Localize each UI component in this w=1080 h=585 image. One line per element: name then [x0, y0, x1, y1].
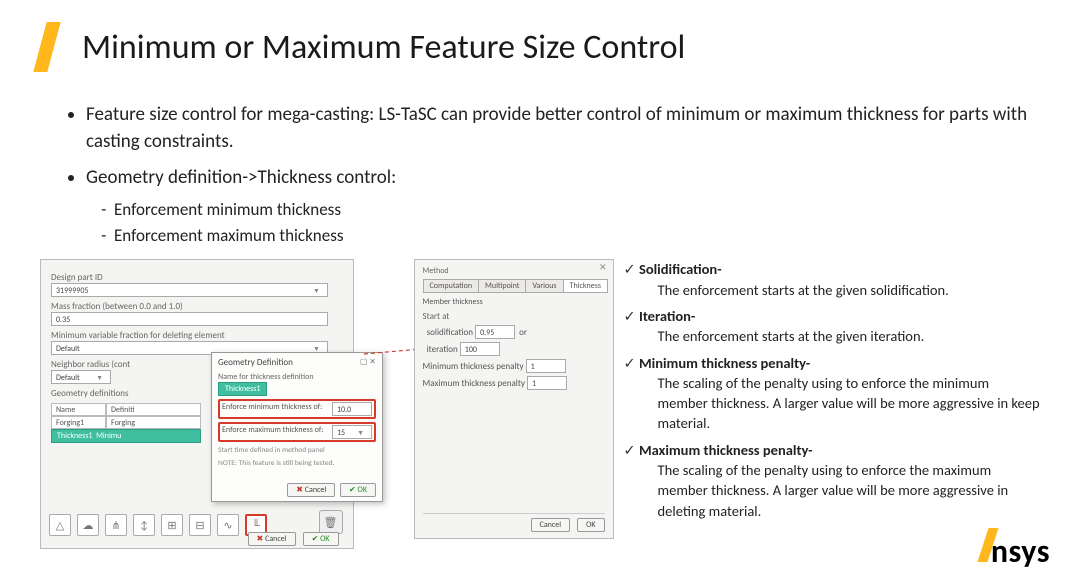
- min-penalty-input[interactable]: 1: [526, 359, 566, 373]
- dialog-cancel-button[interactable]: Cancel: [287, 483, 335, 497]
- tab-computation[interactable]: Computation: [423, 279, 480, 293]
- bullet-2b: Enforcement maximum thickness: [114, 224, 1040, 248]
- solidification-label: solidification: [427, 327, 473, 338]
- check-iteration-hdr: Iteration-: [639, 307, 695, 325]
- enforce-max-label: Enforce maximum thickness of:: [222, 425, 323, 439]
- tool-cloud-icon[interactable]: ☁: [77, 514, 99, 536]
- tool-box1-icon[interactable]: ⊞: [161, 514, 183, 536]
- check-min-penalty-desc: The scaling of the penalty using to enfo…: [658, 373, 1040, 434]
- trash-icon[interactable]: 🗑: [319, 510, 343, 534]
- tab-various[interactable]: Various: [525, 279, 563, 293]
- min-var-label: Minimum variable fraction for deleting e…: [51, 330, 343, 341]
- check-solidification-hdr: Solidification-: [639, 260, 722, 278]
- bullet-2-text: Geometry definition->Thickness control:: [86, 166, 396, 189]
- tool-anchor-icon[interactable]: ⋔: [105, 514, 127, 536]
- min-penalty-label: Minimum thickness penalty: [423, 361, 524, 372]
- tab-thickness[interactable]: Thickness: [563, 279, 608, 293]
- ansys-logo: nsys: [977, 530, 1050, 571]
- close-icon[interactable]: ✕: [599, 262, 607, 273]
- member-thickness-label: Member thickness: [423, 297, 605, 307]
- method-panel: ✕ Method Computation Multipoint Various …: [414, 259, 614, 539]
- title-accent: [33, 22, 60, 72]
- iteration-input[interactable]: 100: [460, 342, 500, 356]
- bullet-2a: Enforcement minimum thickness: [114, 198, 1040, 222]
- logo-slash-icon: [977, 530, 997, 562]
- design-part-id-label: Design part ID: [51, 272, 343, 283]
- check-iteration-desc: The enforcement starts at the given iter…: [658, 326, 1040, 346]
- bullet-2: Geometry definition->Thickness control: …: [86, 165, 1040, 247]
- slide-title: Minimum or Maximum Feature Size Control: [82, 27, 685, 68]
- check-min-penalty-hdr: Minimum thickness penalty-: [639, 354, 810, 372]
- start-at-label: Start at: [423, 311, 605, 322]
- table-header-def: Definiti: [106, 403, 201, 416]
- tab-multipoint[interactable]: Multipoint: [478, 279, 526, 293]
- parameter-descriptions: Solidification- The enforcement starts a…: [624, 259, 1040, 527]
- geometry-definition-dialog: Geometry Definition ▢ ✕ Name for thickne…: [211, 352, 383, 502]
- table-row[interactable]: Forging1: [51, 416, 106, 429]
- enforce-min-row: Enforce minimum thickness of: 10.0: [218, 399, 376, 419]
- outer-cancel-button[interactable]: Cancel: [248, 532, 296, 546]
- table-row-selected[interactable]: Thickness1 Minimu: [51, 429, 201, 443]
- dialog-ok-button[interactable]: ✔ OK: [340, 483, 376, 497]
- dialog-title: Geometry Definition: [218, 357, 293, 368]
- tool-box2-icon[interactable]: ⊟: [189, 514, 211, 536]
- enforce-max-row: Enforce maximum thickness of: 15: [218, 422, 376, 442]
- check-solidification-desc: The enforcement starts at the given soli…: [658, 280, 1040, 300]
- mass-fraction-label: Mass fraction (between 0.0 and 1.0): [51, 301, 343, 312]
- bullet-list: Feature size control for mega-casting: L…: [86, 102, 1040, 247]
- geometry-toolbar: △ ☁ ⋔ ↕ ⊞ ⊟ ∿ ╙: [49, 514, 267, 536]
- check-max-penalty-desc: The scaling of the penalty using to enfo…: [658, 460, 1040, 521]
- or-label: or: [519, 327, 527, 338]
- max-penalty-label: Maximum thickness penalty: [423, 378, 525, 389]
- dialog-note-2: NOTE: This feature is still being tested…: [218, 459, 376, 468]
- row2-def: Minimu: [96, 431, 121, 441]
- solidification-input[interactable]: 0.95: [475, 325, 515, 339]
- mass-fraction-input[interactable]: 0.35: [51, 312, 328, 326]
- tool-wave-icon[interactable]: ∿: [217, 514, 239, 536]
- method-ok-button[interactable]: OK: [577, 518, 604, 532]
- method-cancel-button[interactable]: Cancel: [531, 518, 571, 532]
- dialog-note-1: Start time defined in method panel: [218, 446, 376, 455]
- enforce-min-input[interactable]: 10.0: [332, 402, 372, 416]
- row2-name: Thickness1: [57, 431, 92, 441]
- check-max-penalty-hdr: Maximum thickness penalty-: [639, 441, 813, 459]
- enforce-min-label: Enforce minimum thickness of:: [222, 402, 322, 416]
- tool-arrows-icon[interactable]: ↕: [133, 514, 155, 536]
- thickness-name-label: Name for thickness definition: [218, 372, 376, 382]
- table-header-name: Name: [51, 403, 106, 416]
- method-title: Method: [423, 266, 605, 276]
- enforce-max-input[interactable]: 15: [332, 425, 372, 439]
- table-row[interactable]: Forging: [106, 416, 201, 429]
- thickness-name-input[interactable]: Thickness1: [218, 382, 267, 396]
- neighbor-input[interactable]: Default: [51, 370, 111, 384]
- geomdef-table: Name Definiti Forging1 Forging: [51, 403, 201, 429]
- outer-ok-button[interactable]: ✔ OK: [303, 532, 339, 546]
- design-part-panel: Design part ID 31999905 Mass fraction (b…: [40, 259, 354, 549]
- max-penalty-input[interactable]: 1: [527, 376, 567, 390]
- tool-triangle-icon[interactable]: △: [49, 514, 71, 536]
- iteration-label: iteration: [427, 344, 458, 355]
- design-part-id-input[interactable]: 31999905: [51, 283, 328, 297]
- arrow-indicator: [364, 344, 404, 345]
- bullet-1: Feature size control for mega-casting: L…: [86, 102, 1040, 155]
